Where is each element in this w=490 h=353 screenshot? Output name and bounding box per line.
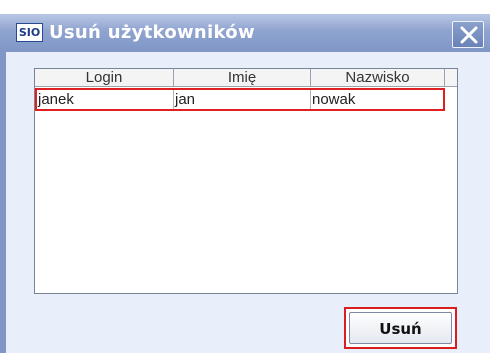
- cell-imie: jan: [174, 90, 311, 109]
- app-logo-icon: SIO: [16, 23, 43, 42]
- close-button[interactable]: [452, 21, 484, 48]
- delete-button-highlight: Usuń: [344, 307, 457, 349]
- column-header-nazwisko[interactable]: Nazwisko: [311, 69, 445, 87]
- table-row[interactable]: janek jan nowak: [35, 88, 445, 111]
- cell-nazwisko: nowak: [312, 91, 356, 108]
- delete-users-dialog: SIO Usuń użytkowników Login Imię Nazwisk…: [0, 0, 490, 353]
- column-header-imie[interactable]: Imię: [174, 69, 311, 87]
- close-icon: [460, 26, 478, 44]
- cell-login: janek: [37, 90, 174, 109]
- delete-button[interactable]: Usuń: [349, 312, 452, 344]
- table-header: Login Imię Nazwisko: [35, 69, 457, 87]
- dialog-content: Login Imię Nazwisko janek jan nowak Usuń: [0, 52, 490, 353]
- column-header-login[interactable]: Login: [35, 69, 174, 87]
- window-title: Usuń użytkowników: [49, 22, 255, 43]
- title-bar[interactable]: SIO Usuń użytkowników: [0, 14, 490, 52]
- users-table[interactable]: Login Imię Nazwisko janek jan nowak: [34, 68, 458, 294]
